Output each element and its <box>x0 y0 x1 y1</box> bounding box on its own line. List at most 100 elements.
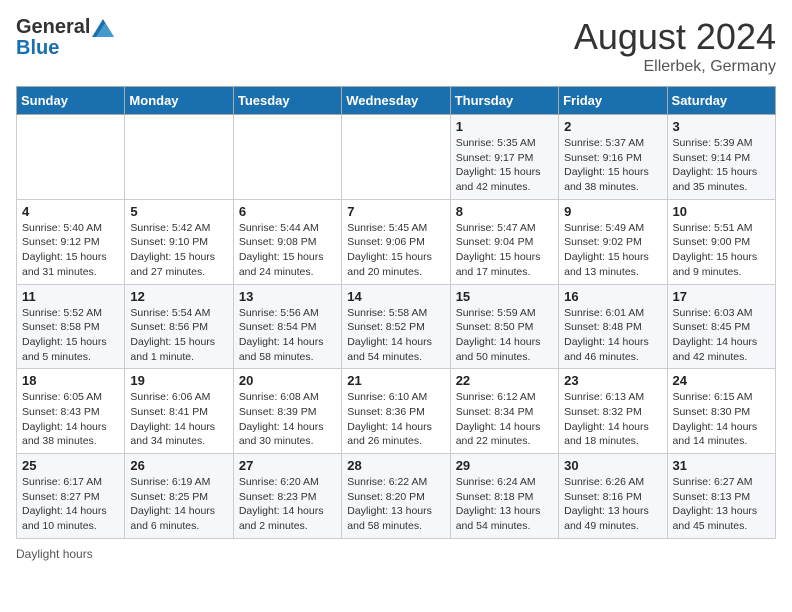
table-row: 10 Sunrise: 5:51 AM Sunset: 9:00 PM Dayli… <box>667 199 775 284</box>
day-info: Sunrise: 6:26 AM Sunset: 8:16 PM Dayligh… <box>564 475 661 534</box>
day-number: 22 <box>456 373 553 388</box>
col-thursday: Thursday <box>450 87 558 115</box>
day-info: Sunrise: 5:44 AM Sunset: 9:08 PM Dayligh… <box>239 221 336 280</box>
day-info: Sunrise: 5:52 AM Sunset: 8:58 PM Dayligh… <box>22 306 119 365</box>
calendar-header-row: Sunday Monday Tuesday Wednesday Thursday… <box>17 87 776 115</box>
footer-note: Daylight hours <box>16 547 776 561</box>
day-info: Sunrise: 5:51 AM Sunset: 9:00 PM Dayligh… <box>673 221 770 280</box>
day-number: 16 <box>564 289 661 304</box>
table-row: 26 Sunrise: 6:19 AM Sunset: 8:25 PM Dayli… <box>125 454 233 539</box>
table-row: 19Sunrise: 6:06 AM Sunset: 8:41 PM Dayli… <box>125 369 233 454</box>
day-number: 9 <box>564 204 661 219</box>
day-info: Sunrise: 5:58 AM Sunset: 8:52 PM Dayligh… <box>347 306 444 365</box>
table-row: 23 Sunrise: 6:13 AM Sunset: 8:32 PM Dayli… <box>559 369 667 454</box>
day-info: Sunrise: 5:45 AM Sunset: 9:06 PM Dayligh… <box>347 221 444 280</box>
day-info: Sunrise: 5:40 AM Sunset: 9:12 PM Dayligh… <box>22 221 119 280</box>
table-row: 2 Sunrise: 5:37 AM Sunset: 9:16 PM Daylig… <box>559 115 667 200</box>
month-year: August 2024 <box>574 16 776 58</box>
day-number: 8 <box>456 204 553 219</box>
day-info: Sunrise: 6:08 AM Sunset: 8:39 PM Dayligh… <box>239 390 336 449</box>
table-row <box>125 115 233 200</box>
day-info: Sunrise: 6:22 AM Sunset: 8:20 PM Dayligh… <box>347 475 444 534</box>
day-number: 2 <box>564 119 661 134</box>
table-row: 15Sunrise: 5:59 AM Sunset: 8:50 PM Dayli… <box>450 284 558 369</box>
table-row: 21Sunrise: 6:10 AM Sunset: 8:36 PM Dayli… <box>342 369 450 454</box>
day-info: Sunrise: 6:19 AM Sunset: 8:25 PM Dayligh… <box>130 475 227 534</box>
table-row: 28 Sunrise: 6:22 AM Sunset: 8:20 PM Dayli… <box>342 454 450 539</box>
day-number: 26 <box>130 458 227 473</box>
table-row: 3 Sunrise: 5:39 AM Sunset: 9:14 PM Daylig… <box>667 115 775 200</box>
table-row: 27 Sunrise: 6:20 AM Sunset: 8:23 PM Dayli… <box>233 454 341 539</box>
day-info: Sunrise: 5:35 AM Sunset: 9:17 PM Dayligh… <box>456 136 553 195</box>
day-number: 25 <box>22 458 119 473</box>
table-row: 25Sunrise: 6:17 AM Sunset: 8:27 PM Dayli… <box>17 454 125 539</box>
day-info: Sunrise: 5:59 AM Sunset: 8:50 PM Dayligh… <box>456 306 553 365</box>
table-row: 17 Sunrise: 6:03 AM Sunset: 8:45 PM Dayli… <box>667 284 775 369</box>
logo-icon <box>92 19 114 37</box>
day-info: Sunrise: 6:05 AM Sunset: 8:43 PM Dayligh… <box>22 390 119 449</box>
table-row: 16 Sunrise: 6:01 AM Sunset: 8:48 PM Dayli… <box>559 284 667 369</box>
table-row: 22 Sunrise: 6:12 AM Sunset: 8:34 PM Dayli… <box>450 369 558 454</box>
day-number: 20 <box>239 373 336 388</box>
calendar-week-3: 11 Sunrise: 5:52 AM Sunset: 8:58 PM Dayli… <box>17 284 776 369</box>
table-row: 7 Sunrise: 5:45 AM Sunset: 9:06 PM Daylig… <box>342 199 450 284</box>
day-info: Sunrise: 6:01 AM Sunset: 8:48 PM Dayligh… <box>564 306 661 365</box>
day-number: 3 <box>673 119 770 134</box>
day-info: Sunrise: 5:56 AM Sunset: 8:54 PM Dayligh… <box>239 306 336 365</box>
table-row: 12Sunrise: 5:54 AM Sunset: 8:56 PM Dayli… <box>125 284 233 369</box>
table-row: 6 Sunrise: 5:44 AM Sunset: 9:08 PM Daylig… <box>233 199 341 284</box>
table-row: 8 Sunrise: 5:47 AM Sunset: 9:04 PM Daylig… <box>450 199 558 284</box>
day-number: 27 <box>239 458 336 473</box>
day-number: 4 <box>22 204 119 219</box>
calendar-week-2: 4 Sunrise: 5:40 AM Sunset: 9:12 PM Daylig… <box>17 199 776 284</box>
day-number: 18 <box>22 373 119 388</box>
day-number: 24 <box>673 373 770 388</box>
col-wednesday: Wednesday <box>342 87 450 115</box>
col-sunday: Sunday <box>17 87 125 115</box>
calendar-table: Sunday Monday Tuesday Wednesday Thursday… <box>16 86 776 539</box>
table-row: 14 Sunrise: 5:58 AM Sunset: 8:52 PM Dayli… <box>342 284 450 369</box>
day-number: 7 <box>347 204 444 219</box>
day-info: Sunrise: 6:03 AM Sunset: 8:45 PM Dayligh… <box>673 306 770 365</box>
day-info: Sunrise: 6:10 AM Sunset: 8:36 PM Dayligh… <box>347 390 444 449</box>
day-number: 5 <box>130 204 227 219</box>
logo: General Blue <box>16 16 114 60</box>
location: Ellerbek, Germany <box>574 58 776 76</box>
logo-blue-text: Blue <box>16 37 59 60</box>
calendar-week-4: 18 Sunrise: 6:05 AM Sunset: 8:43 PM Dayli… <box>17 369 776 454</box>
day-number: 17 <box>673 289 770 304</box>
day-number: 11 <box>22 289 119 304</box>
calendar-week-5: 25Sunrise: 6:17 AM Sunset: 8:27 PM Dayli… <box>17 454 776 539</box>
table-row: 24Sunrise: 6:15 AM Sunset: 8:30 PM Dayli… <box>667 369 775 454</box>
day-info: Sunrise: 5:54 AM Sunset: 8:56 PM Dayligh… <box>130 306 227 365</box>
col-monday: Monday <box>125 87 233 115</box>
day-number: 10 <box>673 204 770 219</box>
day-info: Sunrise: 5:42 AM Sunset: 9:10 PM Dayligh… <box>130 221 227 280</box>
table-row <box>17 115 125 200</box>
day-info: Sunrise: 6:24 AM Sunset: 8:18 PM Dayligh… <box>456 475 553 534</box>
day-number: 14 <box>347 289 444 304</box>
day-number: 23 <box>564 373 661 388</box>
table-row: 29 Sunrise: 6:24 AM Sunset: 8:18 PM Dayli… <box>450 454 558 539</box>
day-info: Sunrise: 5:37 AM Sunset: 9:16 PM Dayligh… <box>564 136 661 195</box>
table-row: 20 Sunrise: 6:08 AM Sunset: 8:39 PM Dayli… <box>233 369 341 454</box>
table-row: 18 Sunrise: 6:05 AM Sunset: 8:43 PM Dayli… <box>17 369 125 454</box>
calendar-week-1: 1 Sunrise: 5:35 AM Sunset: 9:17 PM Daylig… <box>17 115 776 200</box>
col-saturday: Saturday <box>667 87 775 115</box>
day-info: Sunrise: 6:12 AM Sunset: 8:34 PM Dayligh… <box>456 390 553 449</box>
day-number: 1 <box>456 119 553 134</box>
day-number: 31 <box>673 458 770 473</box>
day-info: Sunrise: 5:47 AM Sunset: 9:04 PM Dayligh… <box>456 221 553 280</box>
day-info: Sunrise: 6:27 AM Sunset: 8:13 PM Dayligh… <box>673 475 770 534</box>
day-number: 28 <box>347 458 444 473</box>
day-number: 29 <box>456 458 553 473</box>
day-info: Sunrise: 5:39 AM Sunset: 9:14 PM Dayligh… <box>673 136 770 195</box>
table-row: 31 Sunrise: 6:27 AM Sunset: 8:13 PM Dayli… <box>667 454 775 539</box>
day-info: Sunrise: 5:49 AM Sunset: 9:02 PM Dayligh… <box>564 221 661 280</box>
day-number: 6 <box>239 204 336 219</box>
day-info: Sunrise: 6:20 AM Sunset: 8:23 PM Dayligh… <box>239 475 336 534</box>
table-row: 11 Sunrise: 5:52 AM Sunset: 8:58 PM Dayli… <box>17 284 125 369</box>
table-row: 9 Sunrise: 5:49 AM Sunset: 9:02 PM Daylig… <box>559 199 667 284</box>
col-tuesday: Tuesday <box>233 87 341 115</box>
day-info: Sunrise: 6:13 AM Sunset: 8:32 PM Dayligh… <box>564 390 661 449</box>
